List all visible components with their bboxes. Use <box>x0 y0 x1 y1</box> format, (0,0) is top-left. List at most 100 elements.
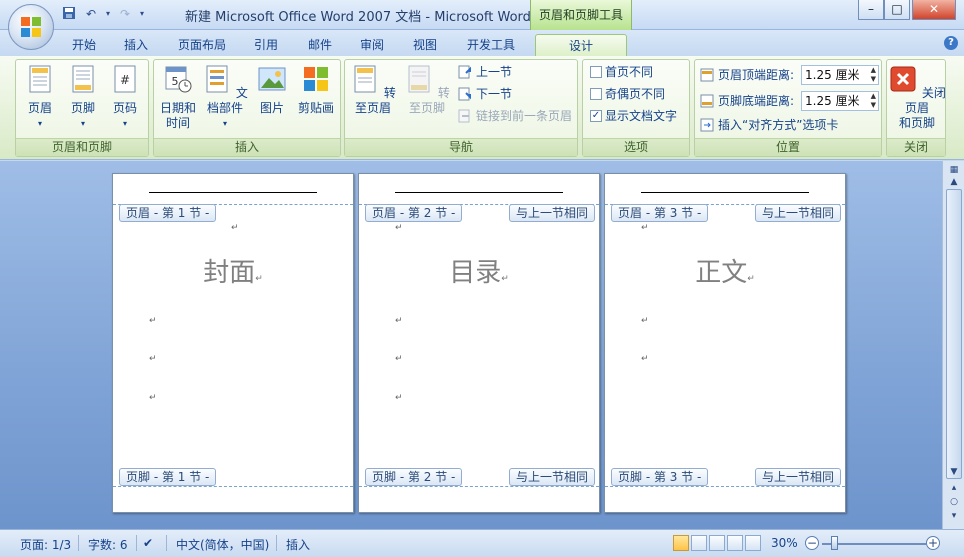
page-1[interactable]: 页眉 - 第 1 节 - ↵ 封面↵ ↵ ↵ ↵ 页脚 - 第 1 节 - <box>112 173 354 513</box>
paragraph-mark: ↵ <box>641 316 649 326</box>
checkbox-unchecked-icon <box>590 66 602 78</box>
link-to-previous-button[interactable]: 链接到前一条页眉 <box>457 107 572 125</box>
tab-references[interactable]: 引用 <box>248 34 284 56</box>
prev-section-button[interactable]: 上一节 <box>457 63 512 81</box>
tab-view[interactable]: 视图 <box>407 34 443 56</box>
next-page-icon[interactable]: ▾ <box>946 509 962 523</box>
header-from-top-label-wrap: 页眉顶端距离: <box>699 66 794 84</box>
page-3[interactable]: 页眉 - 第 3 节 - 与上一节相同 ↵ 正文↵ ↵ ↵ 页脚 - 第 3 节… <box>604 173 846 513</box>
group-label-options: 选项 <box>583 138 689 156</box>
zoom-in-icon[interactable]: + <box>926 536 940 550</box>
draft-view-icon[interactable] <box>745 535 761 551</box>
tab-page-layout[interactable]: 页面布局 <box>172 34 232 56</box>
zoom-out-icon[interactable]: − <box>805 536 819 550</box>
header-rule <box>641 192 809 193</box>
page-2[interactable]: 页眉 - 第 2 节 - 与上一节相同 ↵ 目录↵ ↵ ↵ ↵ 页脚 - 第 2… <box>358 173 600 513</box>
picture-button[interactable]: 图片 <box>254 64 290 116</box>
scroll-thumb[interactable] <box>946 189 962 479</box>
footer-section-tag: 页脚 - 第 2 节 - <box>365 468 463 486</box>
proofing-icon[interactable]: ✔ <box>143 536 153 550</box>
quick-access-toolbar: ↶ ▾ ↷ ▾ <box>60 6 146 22</box>
tab-insert[interactable]: 插入 <box>118 34 154 56</box>
page-title[interactable]: 目录↵ <box>359 252 599 289</box>
different-odd-even-checkbox[interactable]: 奇偶页不同 <box>590 85 665 103</box>
footer-section-tag: 页脚 - 第 1 节 - <box>119 468 217 486</box>
tab-design[interactable]: 设计 <box>535 34 627 56</box>
undo-icon[interactable]: ↶ <box>82 6 100 22</box>
footer-from-bottom-value: 1.25 厘米 <box>805 94 860 108</box>
paragraph-mark: ↵ <box>641 354 649 364</box>
full-screen-reading-view-icon[interactable] <box>691 535 707 551</box>
spinner-arrows-icon[interactable]: ▲ ▼ <box>871 92 876 110</box>
page-title[interactable]: 封面↵ <box>113 252 353 289</box>
header-from-top-spinner[interactable]: 1.25 厘米 ▲ ▼ <box>801 65 879 85</box>
goto-footer-button[interactable]: 转至页脚 <box>401 64 453 116</box>
tab-home[interactable]: 开始 <box>66 34 102 56</box>
footer-from-bottom-label: 页脚底端距离: <box>718 94 795 108</box>
insert-mode-indicator[interactable]: 插入 <box>286 536 310 553</box>
language-indicator[interactable]: 中文(简体，中国) <box>176 536 269 553</box>
help-icon[interactable]: ? <box>944 36 958 50</box>
page-title-text: 目录 <box>449 258 502 288</box>
page-number-dropdown-icon: ▾ <box>122 119 127 128</box>
insert-alignment-tab-button[interactable]: 插入“对齐方式”选项卡 <box>699 116 838 134</box>
next-section-button[interactable]: 下一节 <box>457 85 512 103</box>
title-bar: ↶ ▾ ↷ ▾ 新建 Microsoft Office Word 2007 文档… <box>0 0 964 30</box>
header-from-top-value: 1.25 厘米 <box>805 68 860 82</box>
paragraph-mark: ↵ <box>395 393 403 403</box>
group-insert: 5 日期和 时间 文档部件 ▾ 图片 剪贴画 插入 <box>153 59 341 157</box>
undo-dropdown-icon[interactable]: ▾ <box>104 6 112 22</box>
scroll-up-icon[interactable]: ▲ <box>946 175 962 189</box>
document-area[interactable]: 页眉 - 第 1 节 - ↵ 封面↵ ↵ ↵ ↵ 页脚 - 第 1 节 - 页眉… <box>0 161 942 529</box>
word-count[interactable]: 字数: 6 <box>88 536 128 553</box>
maximize-button[interactable]: □ <box>884 0 910 20</box>
header-button[interactable]: 页眉 ▾ <box>20 64 60 131</box>
date-time-button[interactable]: 5 日期和 时间 <box>157 64 199 131</box>
header-button-label: 页眉 <box>27 101 52 115</box>
zoom-level[interactable]: 30% <box>771 536 798 550</box>
vertical-scrollbar[interactable]: ▦ ▲ ▼ ▴ ○ ▾ <box>942 161 964 529</box>
redo-icon[interactable]: ↷ <box>116 6 134 22</box>
clipart-button[interactable]: 剪贴画 <box>294 64 338 116</box>
group-close: 关闭页眉 和页脚 关闭 <box>886 59 946 157</box>
close-header-footer-button[interactable]: 关闭页眉 和页脚 <box>888 64 946 131</box>
page-title-text: 封面 <box>203 258 256 288</box>
footer-button[interactable]: 页脚 ▾ <box>63 64 103 131</box>
print-layout-view-icon[interactable] <box>673 535 689 551</box>
tab-developer[interactable]: 开发工具 <box>461 34 521 56</box>
alignment-tab-icon <box>700 118 714 132</box>
spinner-arrows-icon[interactable]: ▲ ▼ <box>871 66 876 84</box>
scroll-down-icon[interactable]: ▼ <box>946 465 962 479</box>
group-label-header-footer: 页眉和页脚 <box>16 138 148 156</box>
goto-header-button[interactable]: 转至页眉 <box>347 64 399 116</box>
ribbon: 页眉 ▾ 页脚 ▾ # 页码 ▾ 页眉和页脚 5 日期和 时间 文档部件 ▾ 图… <box>0 56 964 160</box>
page-number-button[interactable]: # 页码 ▾ <box>105 64 145 131</box>
tab-mailings[interactable]: 邮件 <box>302 34 338 56</box>
header-position-icon <box>700 68 714 82</box>
page-title[interactable]: 正文↵ <box>605 252 845 289</box>
qat-more-icon[interactable]: ▾ <box>138 6 146 22</box>
show-document-text-checkbox[interactable]: ✓ 显示文档文字 <box>590 107 677 125</box>
outline-view-icon[interactable] <box>727 535 743 551</box>
zoom-slider-thumb[interactable] <box>831 536 838 550</box>
status-separator <box>136 535 137 551</box>
quick-parts-icon <box>206 65 228 93</box>
different-first-page-checkbox[interactable]: 首页不同 <box>590 63 653 81</box>
web-layout-view-icon[interactable] <box>709 535 725 551</box>
previous-page-icon[interactable]: ▴ <box>946 481 962 495</box>
group-label-insert: 插入 <box>154 138 340 156</box>
save-icon[interactable] <box>60 6 78 22</box>
close-window-button[interactable]: ✕ <box>912 0 956 20</box>
footer-boundary <box>605 486 845 487</box>
footer-from-bottom-spinner[interactable]: 1.25 厘米 ▲ ▼ <box>801 91 879 111</box>
page-count[interactable]: 页面: 1/3 <box>20 536 71 553</box>
show-document-text-label: 显示文档文字 <box>605 109 678 123</box>
quick-parts-button[interactable]: 文档部件 ▾ <box>200 64 250 131</box>
tab-review[interactable]: 审阅 <box>354 34 390 56</box>
status-separator <box>276 535 277 551</box>
date-time-icon: 5 <box>165 66 192 93</box>
svg-text:#: # <box>120 73 130 87</box>
office-button[interactable] <box>8 4 54 50</box>
minimize-button[interactable]: – <box>858 0 884 20</box>
select-browse-object-icon[interactable]: ○ <box>946 495 962 509</box>
